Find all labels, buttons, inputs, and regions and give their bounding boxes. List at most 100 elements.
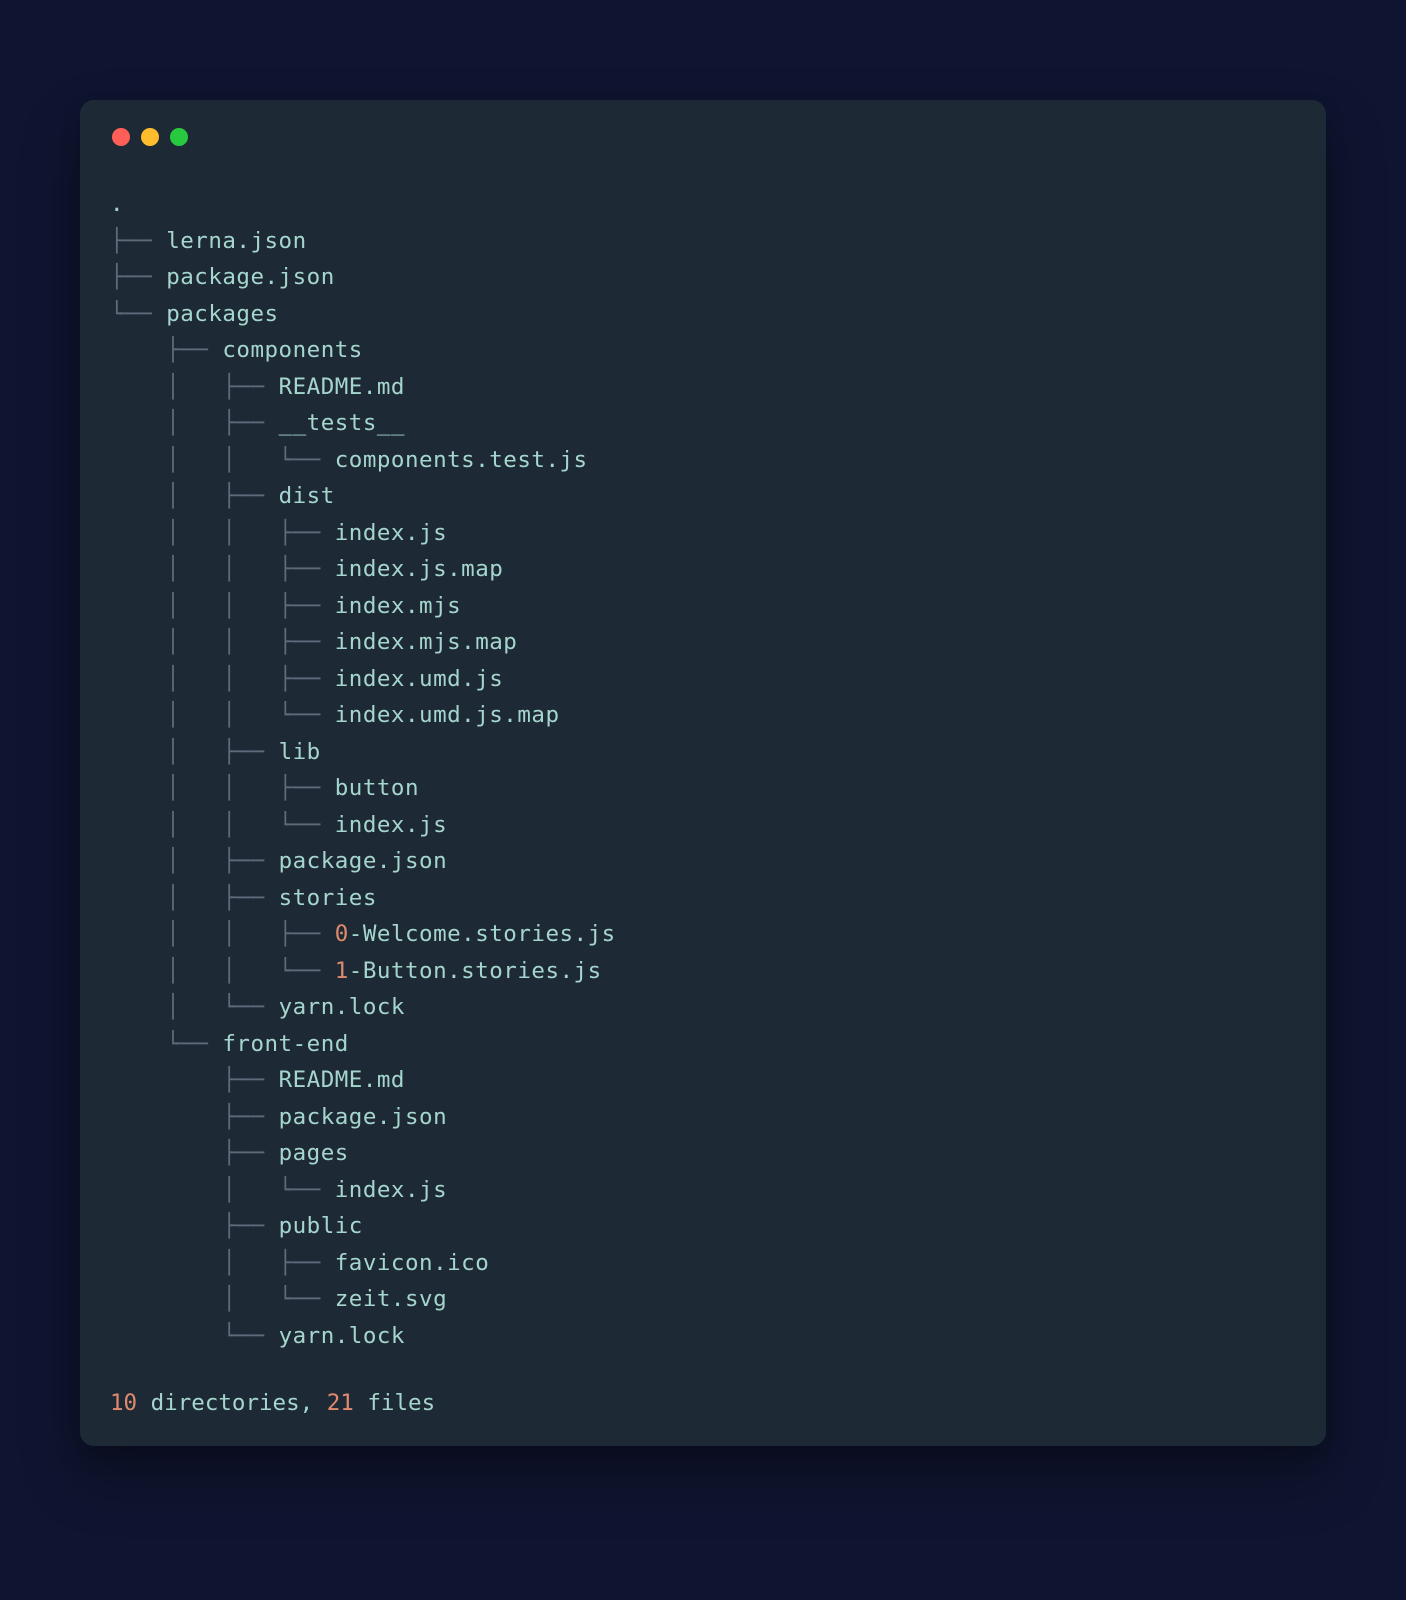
tree-connector: ├── (110, 1213, 279, 1239)
tree-connector: └── (110, 1323, 279, 1349)
tree-line: ├── pages (110, 1135, 1296, 1172)
tree-line: │ ├── stories (110, 880, 1296, 917)
tree-connector: ├── (110, 1104, 279, 1130)
tree-connector: │ ├── (110, 374, 279, 400)
tree-connector: └── (110, 1031, 222, 1057)
close-button[interactable] (112, 128, 130, 146)
file-tree: .├── lerna.json├── package.json└── packa… (110, 186, 1296, 1354)
file-name: favicon.ico (335, 1250, 490, 1276)
maximize-button[interactable] (170, 128, 188, 146)
tree-connector: │ ├── (110, 1250, 335, 1276)
tree-line: ├── public (110, 1208, 1296, 1245)
tree-connector: │ │ ├── (110, 593, 335, 619)
file-count: 21 (327, 1390, 354, 1416)
tree-connector: ├── (110, 337, 222, 363)
tree-connector: ├── (110, 264, 166, 290)
tree-connector: │ │ └── (110, 958, 335, 984)
window-controls (110, 128, 1296, 146)
tree-connector: │ ├── (110, 848, 279, 874)
file-name: README.md (279, 1067, 405, 1093)
file-name: __tests__ (279, 410, 405, 436)
tree-line: │ ├── favicon.ico (110, 1245, 1296, 1282)
tree-line: └── yarn.lock (110, 1318, 1296, 1355)
tree-line: ├── README.md (110, 1062, 1296, 1099)
tree-line: │ │ └── index.umd.js.map (110, 697, 1296, 734)
file-name: index.js.map (335, 556, 504, 582)
tree-line: │ │ ├── index.mjs.map (110, 624, 1296, 661)
tree-connector: │ │ ├── (110, 520, 335, 546)
tree-connector: └── (110, 301, 166, 327)
tree-connector: │ └── (110, 1286, 335, 1312)
tree-connector: ├── (110, 1140, 279, 1166)
file-name: yarn.lock (279, 1323, 405, 1349)
file-name: index.js (335, 1177, 447, 1203)
file-name: zeit.svg (335, 1286, 447, 1312)
tree-connector: │ │ ├── (110, 921, 335, 947)
tree-connector: │ │ ├── (110, 556, 335, 582)
tree-connector: │ ├── (110, 410, 279, 436)
tree-line: │ │ └── 1-Button.stories.js (110, 953, 1296, 990)
file-name: packages (166, 301, 278, 327)
file-name: lerna.json (166, 228, 306, 254)
tree-line: │ │ ├── index.mjs (110, 588, 1296, 625)
tree-line: │ │ ├── button (110, 770, 1296, 807)
tree-connector: │ │ └── (110, 812, 335, 838)
file-name: front-end (222, 1031, 348, 1057)
file-name: index.mjs.map (335, 629, 518, 655)
highlighted-char: 0 (335, 921, 349, 947)
file-name: . (110, 191, 124, 217)
file-name: index.umd.js (335, 666, 504, 692)
highlighted-char: 1 (335, 958, 349, 984)
tree-line: │ │ └── index.js (110, 807, 1296, 844)
tree-line: │ └── zeit.svg (110, 1281, 1296, 1318)
tree-line: │ └── yarn.lock (110, 989, 1296, 1026)
tree-connector: ├── (110, 228, 166, 254)
tree-summary: 10 directories, 21 files (110, 1390, 1296, 1416)
file-name: index.js (335, 812, 447, 838)
file-name: yarn.lock (279, 994, 405, 1020)
minimize-button[interactable] (141, 128, 159, 146)
tree-connector: │ └── (110, 994, 279, 1020)
tree-line: ├── lerna.json (110, 223, 1296, 260)
tree-connector: │ │ ├── (110, 629, 335, 655)
tree-line: │ └── index.js (110, 1172, 1296, 1209)
tree-line: │ │ ├── index.js.map (110, 551, 1296, 588)
tree-connector: │ │ ├── (110, 666, 335, 692)
file-name: lib (279, 739, 321, 765)
tree-line: . (110, 186, 1296, 223)
tree-line: └── front-end (110, 1026, 1296, 1063)
tree-line: │ ├── lib (110, 734, 1296, 771)
tree-connector: │ └── (110, 1177, 335, 1203)
file-name: dist (279, 483, 335, 509)
file-name: -Welcome.stories.js (349, 921, 616, 947)
tree-line: │ ├── dist (110, 478, 1296, 515)
tree-line: │ ├── package.json (110, 843, 1296, 880)
tree-connector: │ │ └── (110, 702, 335, 728)
file-name: index.mjs (335, 593, 461, 619)
tree-line: │ ├── __tests__ (110, 405, 1296, 442)
file-name: button (335, 775, 419, 801)
tree-line: │ ├── README.md (110, 369, 1296, 406)
file-name: index.umd.js.map (335, 702, 560, 728)
file-name: index.js (335, 520, 447, 546)
tree-line: ├── components (110, 332, 1296, 369)
file-name: README.md (279, 374, 405, 400)
tree-line: │ │ ├── index.umd.js (110, 661, 1296, 698)
tree-line: └── packages (110, 296, 1296, 333)
tree-connector: ├── (110, 1067, 279, 1093)
tree-line: │ │ └── components.test.js (110, 442, 1296, 479)
tree-connector: │ ├── (110, 739, 279, 765)
file-name: components (222, 337, 362, 363)
file-name: package.json (279, 848, 448, 874)
file-name: public (279, 1213, 363, 1239)
tree-connector: │ ├── (110, 483, 279, 509)
tree-line: │ │ ├── 0-Welcome.stories.js (110, 916, 1296, 953)
terminal-window: .├── lerna.json├── package.json└── packa… (80, 100, 1326, 1446)
directory-label: directories, (137, 1390, 327, 1416)
tree-connector: │ │ └── (110, 447, 335, 473)
file-name: components.test.js (335, 447, 588, 473)
file-name: -Button.stories.js (349, 958, 602, 984)
tree-connector: │ │ ├── (110, 775, 335, 801)
tree-line: │ │ ├── index.js (110, 515, 1296, 552)
file-name: stories (279, 885, 377, 911)
